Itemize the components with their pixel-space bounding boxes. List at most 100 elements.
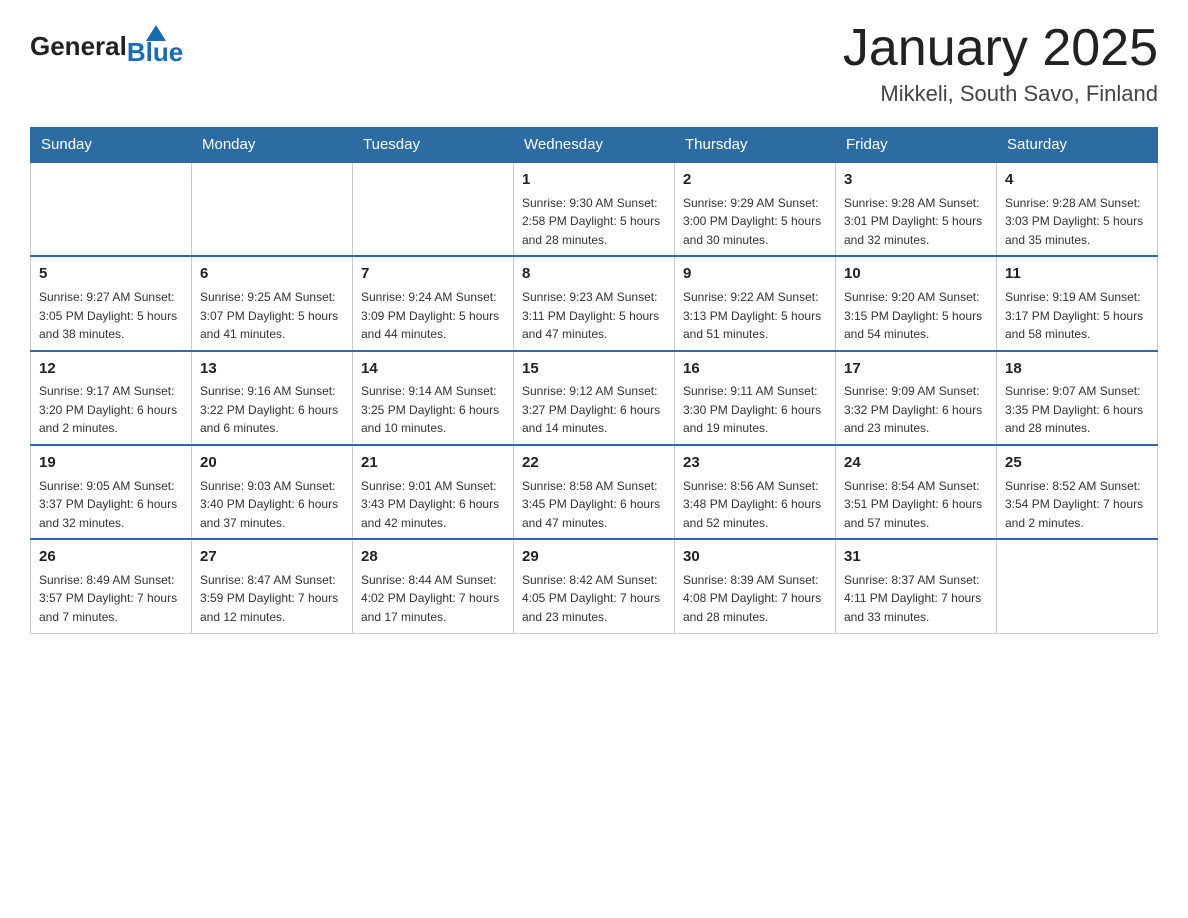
title-section: January 2025 Mikkeli, South Savo, Finlan… bbox=[843, 20, 1158, 107]
day-info: Sunrise: 9:16 AM Sunset: 3:22 PM Dayligh… bbox=[200, 382, 344, 438]
day-info: Sunrise: 9:28 AM Sunset: 3:01 PM Dayligh… bbox=[844, 194, 988, 250]
day-number: 6 bbox=[200, 263, 344, 286]
calendar-day-cell: 2Sunrise: 9:29 AM Sunset: 3:00 PM Daylig… bbox=[675, 162, 836, 256]
calendar-day-cell: 11Sunrise: 9:19 AM Sunset: 3:17 PM Dayli… bbox=[997, 256, 1158, 350]
day-info: Sunrise: 9:12 AM Sunset: 3:27 PM Dayligh… bbox=[522, 382, 666, 438]
month-title: January 2025 bbox=[843, 20, 1158, 77]
day-info: Sunrise: 9:29 AM Sunset: 3:00 PM Dayligh… bbox=[683, 194, 827, 250]
calendar-day-cell: 23Sunrise: 8:56 AM Sunset: 3:48 PM Dayli… bbox=[675, 445, 836, 539]
day-info: Sunrise: 8:37 AM Sunset: 4:11 PM Dayligh… bbox=[844, 571, 988, 627]
calendar-day-cell: 17Sunrise: 9:09 AM Sunset: 3:32 PM Dayli… bbox=[836, 351, 997, 445]
day-number: 19 bbox=[39, 452, 183, 475]
calendar-day-cell: 21Sunrise: 9:01 AM Sunset: 3:43 PM Dayli… bbox=[353, 445, 514, 539]
day-info: Sunrise: 9:01 AM Sunset: 3:43 PM Dayligh… bbox=[361, 477, 505, 533]
page-header: General Blue January 2025 Mikkeli, South… bbox=[30, 20, 1158, 107]
day-info: Sunrise: 9:19 AM Sunset: 3:17 PM Dayligh… bbox=[1005, 288, 1149, 344]
day-info: Sunrise: 9:09 AM Sunset: 3:32 PM Dayligh… bbox=[844, 382, 988, 438]
day-info: Sunrise: 8:42 AM Sunset: 4:05 PM Dayligh… bbox=[522, 571, 666, 627]
day-info: Sunrise: 9:05 AM Sunset: 3:37 PM Dayligh… bbox=[39, 477, 183, 533]
day-info: Sunrise: 9:28 AM Sunset: 3:03 PM Dayligh… bbox=[1005, 194, 1149, 250]
calendar-day-cell: 3Sunrise: 9:28 AM Sunset: 3:01 PM Daylig… bbox=[836, 162, 997, 256]
day-number: 9 bbox=[683, 263, 827, 286]
calendar-day-cell: 30Sunrise: 8:39 AM Sunset: 4:08 PM Dayli… bbox=[675, 539, 836, 633]
calendar-day-cell: 8Sunrise: 9:23 AM Sunset: 3:11 PM Daylig… bbox=[514, 256, 675, 350]
day-number: 29 bbox=[522, 546, 666, 569]
calendar-week-row: 1Sunrise: 9:30 AM Sunset: 2:58 PM Daylig… bbox=[31, 162, 1158, 256]
calendar-day-cell: 28Sunrise: 8:44 AM Sunset: 4:02 PM Dayli… bbox=[353, 539, 514, 633]
calendar-day-cell: 25Sunrise: 8:52 AM Sunset: 3:54 PM Dayli… bbox=[997, 445, 1158, 539]
day-info: Sunrise: 9:07 AM Sunset: 3:35 PM Dayligh… bbox=[1005, 382, 1149, 438]
calendar-day-cell: 1Sunrise: 9:30 AM Sunset: 2:58 PM Daylig… bbox=[514, 162, 675, 256]
calendar-day-cell: 4Sunrise: 9:28 AM Sunset: 3:03 PM Daylig… bbox=[997, 162, 1158, 256]
day-info: Sunrise: 9:23 AM Sunset: 3:11 PM Dayligh… bbox=[522, 288, 666, 344]
day-info: Sunrise: 8:39 AM Sunset: 4:08 PM Dayligh… bbox=[683, 571, 827, 627]
calendar-day-cell: 26Sunrise: 8:49 AM Sunset: 3:57 PM Dayli… bbox=[31, 539, 192, 633]
calendar-day-cell: 12Sunrise: 9:17 AM Sunset: 3:20 PM Dayli… bbox=[31, 351, 192, 445]
day-info: Sunrise: 9:30 AM Sunset: 2:58 PM Dayligh… bbox=[522, 194, 666, 250]
day-info: Sunrise: 8:52 AM Sunset: 3:54 PM Dayligh… bbox=[1005, 477, 1149, 533]
day-number: 4 bbox=[1005, 169, 1149, 192]
day-number: 23 bbox=[683, 452, 827, 475]
calendar-table: SundayMondayTuesdayWednesdayThursdayFrid… bbox=[30, 127, 1158, 633]
day-info: Sunrise: 9:24 AM Sunset: 3:09 PM Dayligh… bbox=[361, 288, 505, 344]
day-number: 15 bbox=[522, 358, 666, 381]
day-number: 10 bbox=[844, 263, 988, 286]
logo-general-text: General bbox=[30, 31, 127, 62]
calendar-day-cell: 22Sunrise: 8:58 AM Sunset: 3:45 PM Dayli… bbox=[514, 445, 675, 539]
day-of-week-header: Friday bbox=[836, 128, 997, 163]
day-number: 24 bbox=[844, 452, 988, 475]
day-number: 7 bbox=[361, 263, 505, 286]
logo: General Blue bbox=[30, 20, 183, 68]
calendar-day-cell bbox=[353, 162, 514, 256]
day-number: 16 bbox=[683, 358, 827, 381]
calendar-day-cell bbox=[192, 162, 353, 256]
calendar-header-row: SundayMondayTuesdayWednesdayThursdayFrid… bbox=[31, 128, 1158, 163]
calendar-day-cell: 15Sunrise: 9:12 AM Sunset: 3:27 PM Dayli… bbox=[514, 351, 675, 445]
calendar-day-cell bbox=[31, 162, 192, 256]
day-info: Sunrise: 9:25 AM Sunset: 3:07 PM Dayligh… bbox=[200, 288, 344, 344]
day-info: Sunrise: 9:17 AM Sunset: 3:20 PM Dayligh… bbox=[39, 382, 183, 438]
calendar-day-cell: 24Sunrise: 8:54 AM Sunset: 3:51 PM Dayli… bbox=[836, 445, 997, 539]
day-number: 31 bbox=[844, 546, 988, 569]
logo-blue-text: Blue bbox=[127, 37, 183, 68]
day-number: 26 bbox=[39, 546, 183, 569]
calendar-day-cell: 31Sunrise: 8:37 AM Sunset: 4:11 PM Dayli… bbox=[836, 539, 997, 633]
day-number: 17 bbox=[844, 358, 988, 381]
day-info: Sunrise: 9:03 AM Sunset: 3:40 PM Dayligh… bbox=[200, 477, 344, 533]
day-info: Sunrise: 8:49 AM Sunset: 3:57 PM Dayligh… bbox=[39, 571, 183, 627]
day-number: 2 bbox=[683, 169, 827, 192]
calendar-day-cell: 19Sunrise: 9:05 AM Sunset: 3:37 PM Dayli… bbox=[31, 445, 192, 539]
calendar-day-cell: 5Sunrise: 9:27 AM Sunset: 3:05 PM Daylig… bbox=[31, 256, 192, 350]
calendar-week-row: 26Sunrise: 8:49 AM Sunset: 3:57 PM Dayli… bbox=[31, 539, 1158, 633]
day-of-week-header: Wednesday bbox=[514, 128, 675, 163]
calendar-day-cell: 7Sunrise: 9:24 AM Sunset: 3:09 PM Daylig… bbox=[353, 256, 514, 350]
day-of-week-header: Tuesday bbox=[353, 128, 514, 163]
calendar-week-row: 5Sunrise: 9:27 AM Sunset: 3:05 PM Daylig… bbox=[31, 256, 1158, 350]
calendar-day-cell: 14Sunrise: 9:14 AM Sunset: 3:25 PM Dayli… bbox=[353, 351, 514, 445]
day-number: 14 bbox=[361, 358, 505, 381]
day-number: 22 bbox=[522, 452, 666, 475]
day-number: 25 bbox=[1005, 452, 1149, 475]
day-number: 3 bbox=[844, 169, 988, 192]
calendar-day-cell: 16Sunrise: 9:11 AM Sunset: 3:30 PM Dayli… bbox=[675, 351, 836, 445]
day-number: 1 bbox=[522, 169, 666, 192]
calendar-day-cell: 13Sunrise: 9:16 AM Sunset: 3:22 PM Dayli… bbox=[192, 351, 353, 445]
day-info: Sunrise: 8:47 AM Sunset: 3:59 PM Dayligh… bbox=[200, 571, 344, 627]
day-number: 12 bbox=[39, 358, 183, 381]
day-of-week-header: Monday bbox=[192, 128, 353, 163]
day-info: Sunrise: 8:44 AM Sunset: 4:02 PM Dayligh… bbox=[361, 571, 505, 627]
day-of-week-header: Saturday bbox=[997, 128, 1158, 163]
calendar-day-cell: 18Sunrise: 9:07 AM Sunset: 3:35 PM Dayli… bbox=[997, 351, 1158, 445]
logo-blue-part: Blue bbox=[127, 25, 183, 68]
day-of-week-header: Sunday bbox=[31, 128, 192, 163]
day-number: 27 bbox=[200, 546, 344, 569]
day-number: 28 bbox=[361, 546, 505, 569]
calendar-day-cell: 10Sunrise: 9:20 AM Sunset: 3:15 PM Dayli… bbox=[836, 256, 997, 350]
day-number: 20 bbox=[200, 452, 344, 475]
day-info: Sunrise: 9:20 AM Sunset: 3:15 PM Dayligh… bbox=[844, 288, 988, 344]
location-text: Mikkeli, South Savo, Finland bbox=[843, 81, 1158, 107]
calendar-week-row: 19Sunrise: 9:05 AM Sunset: 3:37 PM Dayli… bbox=[31, 445, 1158, 539]
day-info: Sunrise: 9:27 AM Sunset: 3:05 PM Dayligh… bbox=[39, 288, 183, 344]
day-info: Sunrise: 9:14 AM Sunset: 3:25 PM Dayligh… bbox=[361, 382, 505, 438]
day-info: Sunrise: 8:54 AM Sunset: 3:51 PM Dayligh… bbox=[844, 477, 988, 533]
